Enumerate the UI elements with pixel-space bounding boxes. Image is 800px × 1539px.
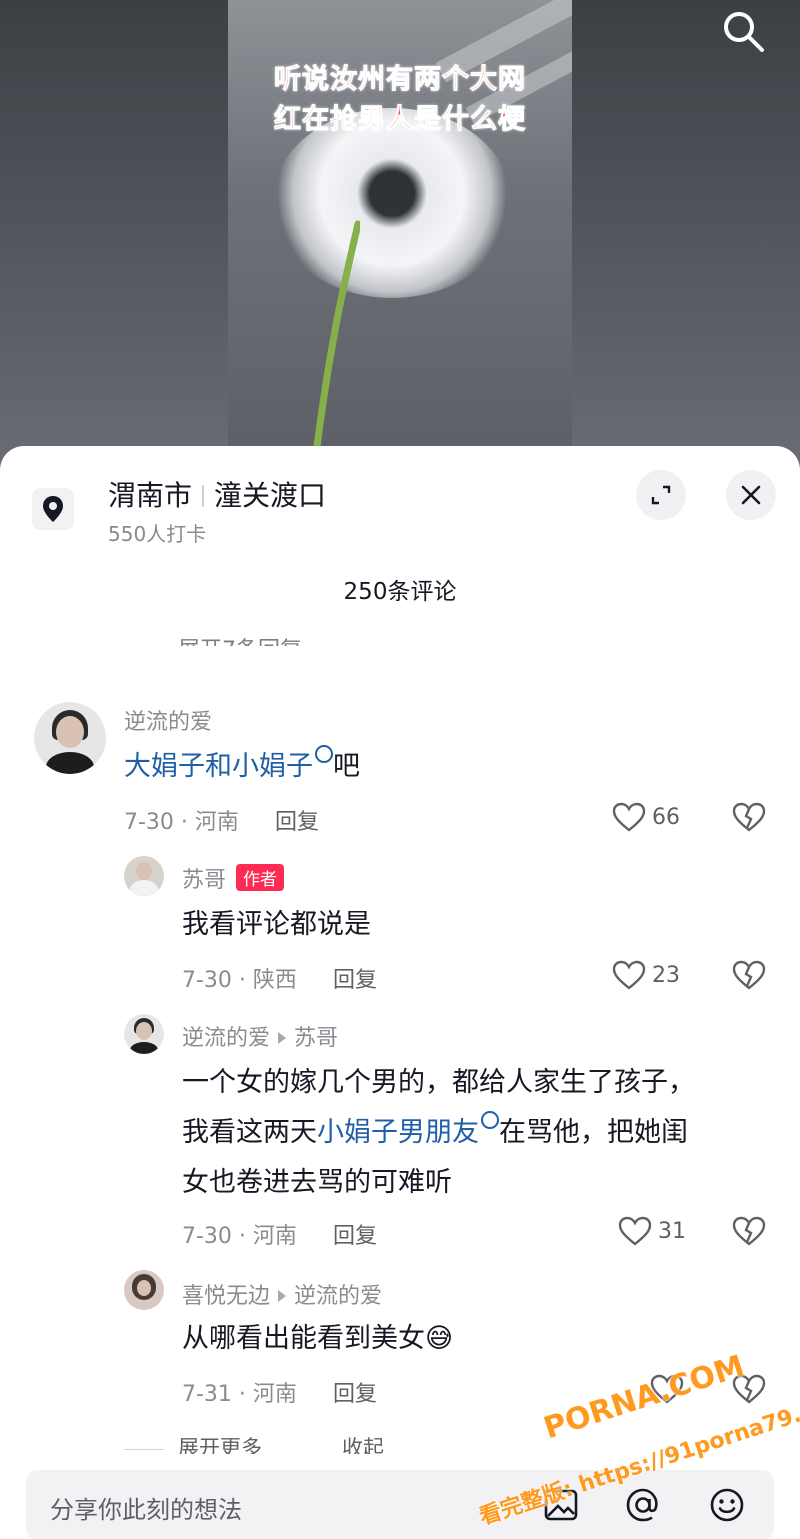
mention-button[interactable] xyxy=(622,1484,664,1526)
comment-meta: 7-30 · 陕西 回复 xyxy=(182,968,377,993)
avatar[interactable] xyxy=(124,1014,164,1054)
comment-text: 我看评论都说是 xyxy=(182,909,371,940)
dandelion-stem xyxy=(310,220,360,470)
heart-icon xyxy=(612,802,646,832)
video-background[interactable]: 听说汝州有两个大网 红在抢男人是什么梗 xyxy=(0,0,800,470)
search-highlight-link[interactable]: 大娟子和小娟子 xyxy=(124,751,313,782)
search-button[interactable] xyxy=(718,6,768,56)
close-button[interactable] xyxy=(726,470,776,520)
search-small-icon xyxy=(315,745,333,763)
reply-to-username[interactable]: 逆流的爱 xyxy=(294,1284,382,1309)
heart-icon xyxy=(612,960,646,990)
emoji-button[interactable] xyxy=(706,1484,748,1526)
avatar[interactable] xyxy=(124,1270,164,1310)
comment-date: 7-30 xyxy=(182,1224,232,1249)
location-title[interactable]: 渭南市 潼关渡口 xyxy=(108,474,326,514)
dislike-button[interactable] xyxy=(732,1216,766,1250)
expand-replies-label: 展开7条回复 xyxy=(178,638,302,646)
location-city: 渭南市 xyxy=(108,479,193,512)
emoji-icon xyxy=(710,1488,744,1522)
comment-date: 7-31 xyxy=(182,1382,232,1407)
broken-heart-icon xyxy=(732,1216,766,1246)
author-badge: 作者 xyxy=(236,864,285,891)
comment-input-bar[interactable]: 分享你此刻的想法 xyxy=(26,1470,774,1539)
comment-username[interactable]: 苏哥 xyxy=(182,868,226,893)
location-pin-button[interactable] xyxy=(32,488,74,530)
search-icon xyxy=(724,12,764,52)
comment-count: 250条评论 xyxy=(343,579,457,605)
broken-heart-icon xyxy=(732,802,766,832)
heart-icon xyxy=(618,1216,652,1246)
sweat-smile-emoji: 😅 xyxy=(425,1323,454,1354)
location-separator xyxy=(202,485,205,507)
comment-text-line3: 女也卷进去骂的可难听 xyxy=(182,1167,452,1198)
reply-username-row: 喜悦无边 逆流的爱 xyxy=(182,1278,382,1310)
comment-region: 河南 xyxy=(252,1382,297,1407)
comment-username[interactable]: 逆流的爱 xyxy=(124,704,212,736)
comment-date: 7-30 xyxy=(182,968,232,993)
comment-text: 一个女的嫁几个男的，都给人家生了孩子， 我看这两天小娟子男朋友 在骂他，把她闺 女… xyxy=(182,1058,782,1208)
comment-text: 大娟子和小娟子吧 xyxy=(124,742,360,792)
location-place: 潼关渡口 xyxy=(214,479,327,512)
expand-replies-clipped[interactable]: 展开7条回复 xyxy=(124,632,302,646)
reply-arrow-icon xyxy=(278,1290,287,1302)
expand-more-button[interactable]: 展开更多 xyxy=(178,1436,262,1454)
like-count: 31 xyxy=(658,1218,686,1244)
comment-meta: 7-30 · 河南 回复 xyxy=(124,810,319,835)
video-caption: 听说汝州有两个大网 红在抢男人是什么梗 xyxy=(228,60,572,140)
comment-region: 陕西 xyxy=(252,968,297,993)
divider-dash xyxy=(124,1448,164,1450)
comment-username[interactable]: 喜悦无边 xyxy=(182,1284,270,1309)
comment-text-line2: 我看这两天小娟子男朋友 在骂他，把她闺 xyxy=(182,1108,782,1158)
comment-username[interactable]: 逆流的爱 xyxy=(182,1026,270,1051)
dislike-button[interactable] xyxy=(732,802,766,836)
reply-username-row: 逆流的爱 苏哥 xyxy=(182,1020,338,1052)
like-count: 23 xyxy=(652,962,680,988)
reply-arrow-icon xyxy=(278,1032,287,1044)
dislike-button[interactable] xyxy=(732,960,766,994)
comment-text-line1: 一个女的嫁几个男的，都给人家生了孩子， xyxy=(182,1067,695,1098)
reply-button[interactable]: 回复 xyxy=(275,810,319,835)
like-count: 66 xyxy=(652,804,680,830)
location-checkins: 550人打卡 xyxy=(108,522,207,546)
comment-input-placeholder[interactable]: 分享你此刻的想法 xyxy=(50,1490,242,1525)
comment-region: 河南 xyxy=(252,1224,297,1249)
search-highlight-link[interactable]: 小娟子男朋友 xyxy=(317,1117,479,1148)
comment-meta: 7-31 · 河南 回复 xyxy=(182,1382,377,1407)
avatar[interactable] xyxy=(124,856,164,896)
comment-text-tail: 吧 xyxy=(333,751,360,782)
reply-button[interactable]: 回复 xyxy=(333,968,377,993)
video-caption-line2: 红在抢男人是什么梗 xyxy=(274,104,526,136)
reply-button[interactable]: 回复 xyxy=(333,1382,377,1407)
video-caption-line1: 听说汝州有两个大网 xyxy=(274,64,526,96)
collapse-button[interactable]: 收起 xyxy=(342,1436,384,1454)
close-icon xyxy=(741,485,761,505)
comment-date: 7-30 xyxy=(124,810,174,835)
broken-heart-icon xyxy=(732,960,766,990)
like-button[interactable]: 31 xyxy=(618,1216,686,1246)
at-icon xyxy=(626,1488,658,1522)
like-button[interactable]: 23 xyxy=(612,960,680,990)
comment-meta: 7-30 · 河南 回复 xyxy=(182,1224,377,1249)
expand-icon xyxy=(651,485,671,505)
comment-text: 从哪看出能看到美女😅 xyxy=(182,1323,454,1354)
like-button[interactable]: 66 xyxy=(612,802,680,832)
reply-username-row: 苏哥 作者 xyxy=(182,862,285,894)
avatar[interactable] xyxy=(34,702,106,774)
reply-to-username[interactable]: 苏哥 xyxy=(294,1026,338,1051)
search-small-icon xyxy=(481,1111,499,1129)
expand-button[interactable] xyxy=(636,470,686,520)
replies-controls: 展开更多 收起 xyxy=(124,1432,544,1454)
location-pin-icon xyxy=(43,496,63,522)
comment-region: 河南 xyxy=(194,810,239,835)
reply-button[interactable]: 回复 xyxy=(333,1224,377,1249)
